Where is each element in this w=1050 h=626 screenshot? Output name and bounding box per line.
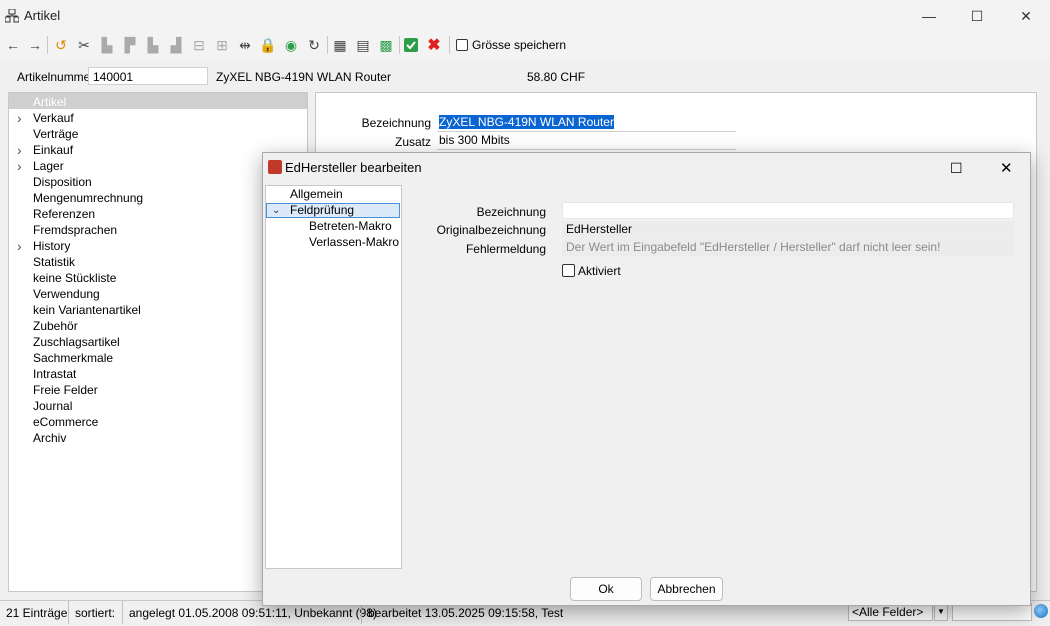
tree-item[interactable]: Journal <box>33 398 72 414</box>
properties-icon[interactable]: ▦ <box>330 35 350 55</box>
tree-item[interactable]: History <box>33 238 70 254</box>
center-horizontal-icon[interactable]: ⊞ <box>212 35 232 55</box>
tree-item[interactable]: Mengenumrechnung <box>33 190 143 206</box>
dialog-originalbezeichnung-label: Originalbezeichnung <box>436 223 546 237</box>
dialog-originalbezeichnung-value: EdHersteller <box>562 221 1014 238</box>
maximize-button[interactable]: ☐ <box>954 0 1000 32</box>
window-title: Artikel <box>24 8 61 23</box>
tree-item[interactable]: Einkauf <box>33 142 73 158</box>
back-icon[interactable]: ← <box>3 35 23 55</box>
align-left-icon[interactable]: ▙ <box>97 35 117 55</box>
artikelnummer-input[interactable]: 140001 <box>88 67 208 85</box>
settings-grid-icon[interactable]: ▤ <box>353 35 373 55</box>
tree-item[interactable]: Disposition <box>33 174 92 190</box>
status-separator <box>68 601 69 624</box>
tree-item[interactable]: Sachmerkmale <box>33 350 113 366</box>
dialog-tree-item-feldpruefung[interactable]: Feldprüfung <box>290 203 354 218</box>
bezeichnung-selected-text: ZyXEL NBG-419N WLAN Router <box>439 115 614 129</box>
artikelnummer-label: Artikelnummer <box>17 70 95 84</box>
ok-button[interactable]: Ok <box>570 577 642 601</box>
aktiviert-checkbox[interactable] <box>562 264 575 277</box>
tree-item[interactable]: Intrastat <box>33 366 76 382</box>
tree-item[interactable]: Zuschlagsartikel <box>33 334 120 350</box>
status-sorted: sortiert: <box>75 606 116 620</box>
tree-item[interactable]: Verwendung <box>33 286 100 302</box>
app-icon <box>4 8 20 23</box>
dialog-fehlermeldung-value: Der Wert im Eingabefeld "EdHersteller / … <box>562 239 1014 256</box>
cancel-button[interactable]: Abbrechen <box>650 577 723 601</box>
dialog-bezeichnung-label: Bezeichnung <box>476 205 546 219</box>
save-size-checkbox[interactable] <box>456 39 468 51</box>
add-table-icon[interactable]: ▩ <box>376 35 396 55</box>
chevron-right-icon[interactable]: › <box>17 110 22 126</box>
tree-item[interactable]: Referenzen <box>33 206 95 222</box>
tree-item[interactable]: Verkauf <box>33 110 74 126</box>
undo-icon[interactable]: ↺ <box>51 35 71 55</box>
toolbar-separator <box>449 36 450 54</box>
artikel-price: 58.80 CHF <box>527 70 586 84</box>
status-created: angelegt 01.05.2008 09:51:11, Unbekannt … <box>129 606 377 620</box>
artikel-name: ZyXEL NBG-419N WLAN Router <box>216 70 391 84</box>
lock-icon[interactable]: 🔒 <box>258 35 278 55</box>
eye-icon[interactable]: ◉ <box>281 35 301 55</box>
zusatz-label: Zusatz <box>394 135 431 149</box>
align-bottom-icon[interactable]: ▙ <box>143 35 163 55</box>
minimize-button[interactable]: — <box>906 0 952 32</box>
chevron-right-icon[interactable]: › <box>17 158 22 174</box>
align-right-icon[interactable]: ▟ <box>166 35 186 55</box>
dialog-app-icon <box>268 160 282 174</box>
tree-item[interactable]: Zubehör <box>33 318 78 334</box>
toolbar-separator <box>327 36 328 54</box>
dialog-bezeichnung-input[interactable] <box>562 202 1014 219</box>
cut-icon[interactable]: ✂ <box>74 35 94 55</box>
tree-item[interactable]: Statistik <box>33 254 75 270</box>
delete-icon[interactable]: ✖ <box>424 35 444 55</box>
close-button[interactable]: ✕ <box>1003 0 1049 32</box>
tree-item[interactable]: Lager <box>33 158 64 174</box>
dialog-tree-item-betreten-makro[interactable]: Betreten-Makro <box>309 219 392 234</box>
refresh-icon[interactable]: ↻ <box>304 35 324 55</box>
tree-item[interactable]: eCommerce <box>33 414 98 430</box>
chevron-right-icon[interactable]: › <box>17 238 22 254</box>
center-vertical-icon[interactable]: ⊟ <box>189 35 209 55</box>
dialog-fehlermeldung-label: Fehlermeldung <box>465 242 546 256</box>
status-edited: bearbeitet 13.05.2025 09:15:58, Test <box>368 606 564 620</box>
tree-item[interactable]: Freie Felder <box>33 382 98 398</box>
status-count: 21 Einträge <box>6 606 68 620</box>
globe-icon[interactable] <box>1034 604 1048 618</box>
dialog-title: EdHersteller bearbeiten <box>285 160 422 175</box>
tree-item[interactable]: Archiv <box>33 430 66 446</box>
aktiviert-label: Aktiviert <box>578 264 621 278</box>
title-bar <box>0 0 1050 32</box>
tree-item[interactable]: kein Variantenartikel <box>33 302 141 318</box>
dialog-maximize-button[interactable]: ☐ <box>950 160 963 177</box>
align-top-icon[interactable]: ▛ <box>120 35 140 55</box>
chevron-right-icon[interactable]: › <box>17 142 22 158</box>
save-size-label: Grösse speichern <box>472 38 567 52</box>
toolbar-separator <box>399 36 400 54</box>
dialog-tree-item-allgemein[interactable]: Allgemein <box>290 187 343 202</box>
tree-item[interactable]: Artikel <box>33 94 66 110</box>
status-separator <box>122 601 123 624</box>
bezeichnung-label: Bezeichnung <box>361 116 431 130</box>
dialog-close-button[interactable]: ✕ <box>1000 159 1013 177</box>
spacing-icon[interactable]: ⇹ <box>235 35 255 55</box>
bezeichnung-input[interactable]: ZyXEL NBG-419N WLAN Router <box>437 114 736 132</box>
accept-icon[interactable] <box>401 35 421 55</box>
tree-item[interactable]: keine Stückliste <box>33 270 116 286</box>
forward-icon[interactable]: → <box>25 35 45 55</box>
chevron-down-icon[interactable]: ⌄ <box>272 203 280 218</box>
tree-item[interactable]: Fremdsprachen <box>33 222 117 238</box>
tree-item[interactable]: Verträge <box>33 126 78 142</box>
zusatz-input[interactable]: bis 300 Mbits <box>437 132 736 150</box>
toolbar-separator <box>47 36 48 54</box>
